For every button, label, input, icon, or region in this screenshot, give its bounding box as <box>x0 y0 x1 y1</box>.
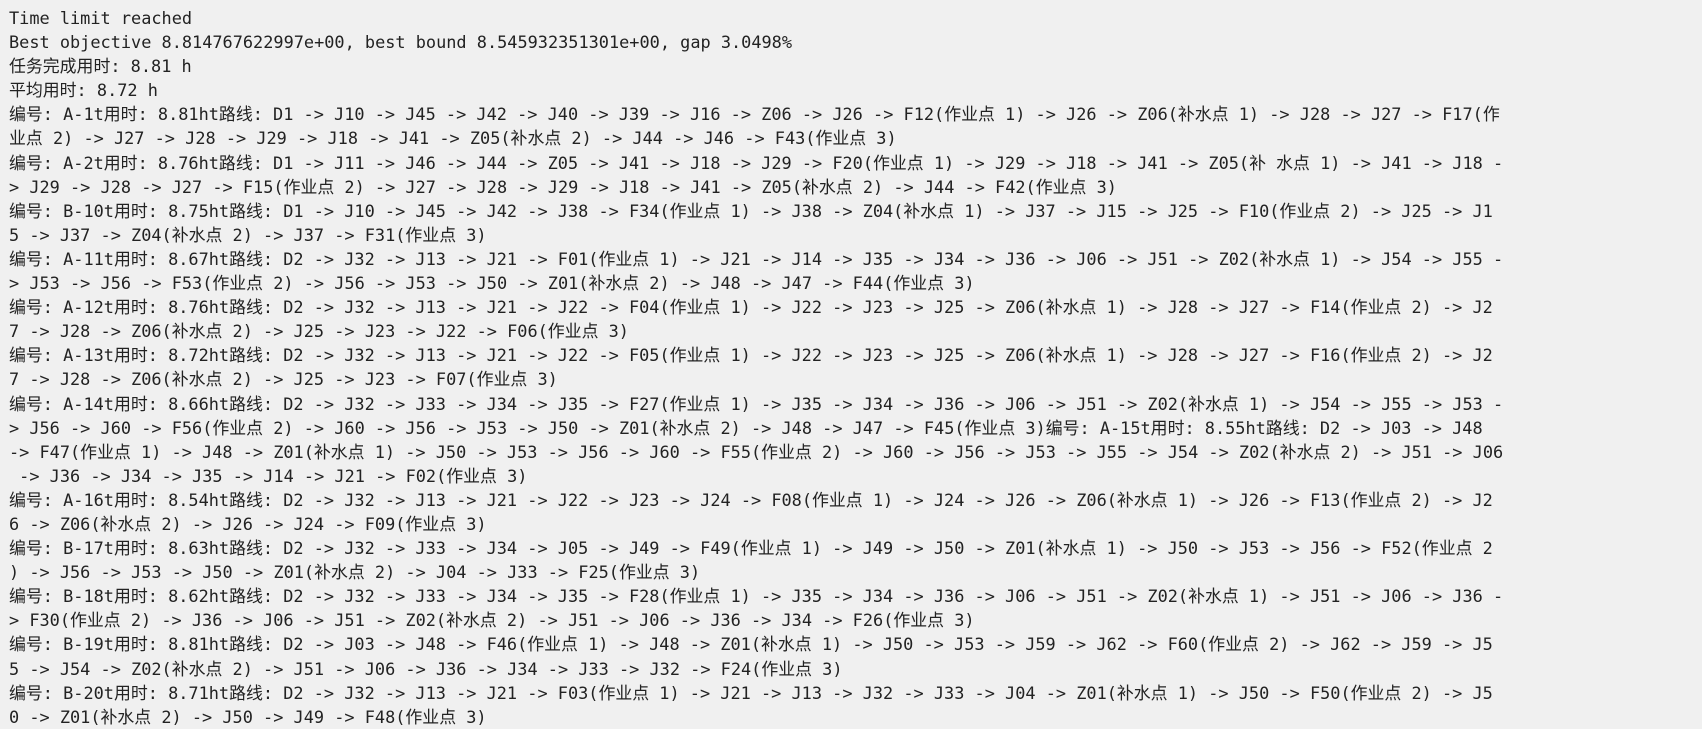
console-line: > J53 -> J56 -> F53(作业点 2) -> J56 -> J53… <box>9 273 975 294</box>
console-line: 5 -> J37 -> Z04(补水点 2) -> J37 -> F31(作业点… <box>9 224 487 245</box>
console-line: 编号: B-10t用时: 8.75ht路线: D1 -> J10 -> J45 … <box>9 200 1493 221</box>
console-line: 编号: A-16t用时: 8.54ht路线: D2 -> J32 -> J13 … <box>9 489 1493 510</box>
console-line: -> F47(作业点 1) -> J48 -> Z01(补水点 1) -> J5… <box>9 441 1504 462</box>
console-line: 7 -> J28 -> Z06(补水点 2) -> J25 -> J23 -> … <box>9 369 558 390</box>
console-line: 6 -> Z06(补水点 2) -> J26 -> J24 -> F09(作业点… <box>9 513 487 534</box>
console-line: > F30(作业点 2) -> J36 -> J06 -> J51 -> Z02… <box>9 610 975 631</box>
console-line: 编号: A-2t用时: 8.76ht路线: D1 -> J11 -> J46 -… <box>9 152 1504 173</box>
console-line: 7 -> J28 -> Z06(补水点 2) -> J25 -> J23 -> … <box>9 321 629 342</box>
console-line: ) -> J56 -> J53 -> J50 -> Z01(补水点 2) -> … <box>9 562 701 583</box>
console-line: 编号: A-14t用时: 8.66ht路线: D2 -> J32 -> J33 … <box>9 393 1504 414</box>
console-line: 编号: B-18t用时: 8.62ht路线: D2 -> J32 -> J33 … <box>9 586 1504 607</box>
console-line: 5 -> J54 -> Z02(补水点 2) -> J51 -> J06 -> … <box>9 658 843 679</box>
console-line: 编号: A-12t用时: 8.76ht路线: D2 -> J32 -> J13 … <box>9 297 1493 318</box>
console-line: 编号: B-17t用时: 8.63ht路线: D2 -> J32 -> J33 … <box>9 538 1493 559</box>
console-line: > J56 -> J60 -> F56(作业点 2) -> J60 -> J56… <box>9 417 1483 438</box>
console-line: 编号: B-20t用时: 8.71ht路线: D2 -> J32 -> J13 … <box>9 682 1493 703</box>
console-line: 业点 2) -> J27 -> J28 -> J29 -> J18 -> J41… <box>9 128 897 149</box>
console-line: 编号: B-19t用时: 8.81ht路线: D2 -> J03 -> J48 … <box>9 634 1493 655</box>
console-line: 编号: A-1t用时: 8.81ht路线: D1 -> J10 -> J45 -… <box>9 104 1500 125</box>
console-line: 编号: A-11t用时: 8.67ht路线: D2 -> J32 -> J13 … <box>9 248 1504 269</box>
console-output: Time limit reached Best objective 8.8147… <box>0 0 1702 729</box>
console-line: 编号: A-13t用时: 8.72ht路线: D2 -> J32 -> J13 … <box>9 345 1493 366</box>
console-line: 0 -> Z01(补水点 2) -> J50 -> J49 -> F48(作业点… <box>9 706 487 727</box>
console-line: Best objective 8.814767622997e+00, best … <box>9 32 793 53</box>
console-line: > J29 -> J28 -> J27 -> F15(作业点 2) -> J27… <box>9 176 1117 197</box>
console-line: 平均用时: 8.72 h <box>9 80 158 101</box>
console-line: 任务完成用时: 8.81 h <box>9 56 192 77</box>
console-line: Time limit reached <box>9 8 193 28</box>
console-line: -> J36 -> J34 -> J35 -> J14 -> J21 -> F0… <box>9 465 528 486</box>
